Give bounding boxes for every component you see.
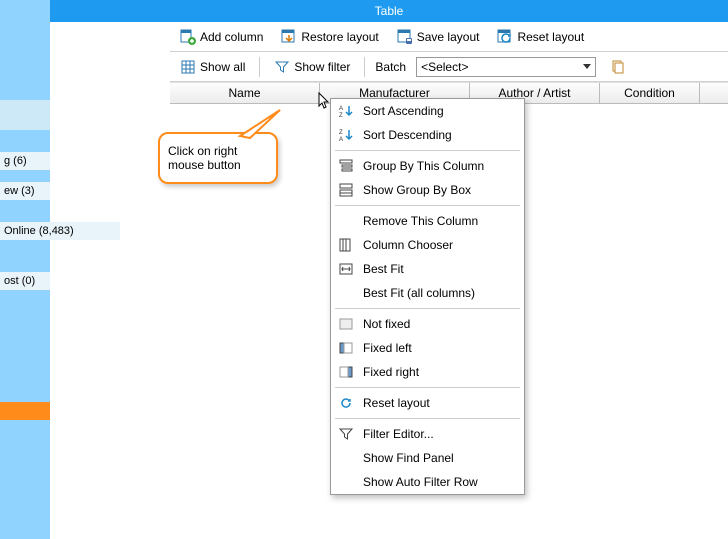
menu-label: Remove This Column [363,214,478,228]
not-fixed-icon [337,315,355,333]
fixed-right-icon [337,363,355,381]
cursor-icon [318,92,334,115]
column-chooser-icon [337,236,355,254]
reset-layout-button[interactable]: Reset layout [493,27,588,47]
show-filter-label: Show filter [294,60,350,74]
save-layout-icon [397,29,413,45]
blank-icon [337,212,355,230]
menu-not-fixed[interactable]: Not fixed [331,312,524,336]
show-filter-button[interactable]: Show filter [270,57,354,77]
menu-label: Sort Ascending [363,104,444,118]
menu-sort-descending[interactable]: ZA Sort Descending [331,123,524,147]
menu-separator [335,418,520,419]
toolbar-primary: Add column Restore layout Save layout Re… [170,22,728,52]
svg-text:A: A [339,137,343,143]
column-header-condition[interactable]: Condition [600,83,700,103]
group-by-icon [337,157,355,175]
context-menu: AZ Sort Ascending ZA Sort Descending Gro… [330,98,525,495]
sidebar-item[interactable]: ew (3) [0,182,50,200]
svg-text:A: A [339,106,343,112]
toolbar-secondary: Show all Show filter Batch <Select> [170,52,728,82]
blank-icon [337,473,355,491]
menu-group-by[interactable]: Group By This Column [331,154,524,178]
svg-text:Z: Z [339,113,343,119]
batch-label: Batch [375,60,406,74]
menu-label: Filter Editor... [363,427,434,441]
menu-label: Group By This Column [363,159,484,173]
menu-separator [335,150,520,151]
menu-best-fit-all[interactable]: Best Fit (all columns) [331,281,524,305]
callout-text: Click on right mouse button [168,144,241,172]
blank-icon [337,449,355,467]
reset-layout-icon [497,29,513,45]
menu-column-chooser[interactable]: Column Chooser [331,233,524,257]
menu-show-find-panel[interactable]: Show Find Panel [331,446,524,470]
menu-label: Fixed right [363,365,419,379]
filter-icon [274,59,290,75]
menu-label: Show Group By Box [363,183,471,197]
sidebar-selected-row[interactable] [0,100,50,130]
restore-layout-button[interactable]: Restore layout [277,27,382,47]
copy-icon [610,59,626,75]
save-layout-label: Save layout [417,30,480,44]
show-all-button[interactable]: Show all [176,57,249,77]
restore-layout-label: Restore layout [301,30,378,44]
menu-sort-ascending[interactable]: AZ Sort Ascending [331,99,524,123]
menu-label: Best Fit [363,262,404,276]
menu-separator [335,205,520,206]
menu-label: Fixed left [363,341,412,355]
menu-separator [335,387,520,388]
callout-tail [235,108,285,151]
menu-label: Not fixed [363,317,410,331]
reset-layout-label: Reset layout [517,30,584,44]
sort-asc-icon: AZ [337,102,355,120]
sidebar-item[interactable]: Online (8,483) [0,222,120,240]
menu-remove-column[interactable]: Remove This Column [331,209,524,233]
separator [259,57,260,77]
menu-reset-layout[interactable]: Reset layout [331,391,524,415]
group-box-icon [337,181,355,199]
menu-show-auto-filter-row[interactable]: Show Auto Filter Row [331,470,524,494]
menu-fixed-right[interactable]: Fixed right [331,360,524,384]
menu-label: Reset layout [363,396,430,410]
sidebar-highlighted[interactable] [0,402,50,420]
fixed-left-icon [337,339,355,357]
reset-icon [337,394,355,412]
batch-select[interactable]: <Select> [416,57,596,77]
menu-show-group-box[interactable]: Show Group By Box [331,178,524,202]
menu-separator [335,308,520,309]
filter-editor-icon [337,425,355,443]
menu-fixed-left[interactable]: Fixed left [331,336,524,360]
save-layout-button[interactable]: Save layout [393,27,484,47]
show-all-label: Show all [200,60,245,74]
restore-layout-icon [281,29,297,45]
sidebar-item[interactable]: g (6) [0,152,50,170]
batch-select-value: <Select> [421,60,468,74]
sidebar: g (6) ew (3) Online (8,483) ost (0) [0,0,50,539]
window-title: Table [50,0,728,22]
add-column-button[interactable]: Add column [176,27,267,47]
svg-text:Z: Z [339,130,343,136]
menu-label: Column Chooser [363,238,453,252]
menu-label: Sort Descending [363,128,452,142]
blank-icon [337,284,355,302]
column-header-name[interactable]: Name [170,83,320,103]
menu-best-fit[interactable]: Best Fit [331,257,524,281]
best-fit-icon [337,260,355,278]
menu-filter-editor[interactable]: Filter Editor... [331,422,524,446]
menu-label: Show Auto Filter Row [363,475,478,489]
copy-button[interactable] [606,57,630,77]
sort-desc-icon: ZA [337,126,355,144]
menu-label: Best Fit (all columns) [363,286,475,300]
add-column-icon [180,29,196,45]
sidebar-item[interactable]: ost (0) [0,272,50,290]
add-column-label: Add column [200,30,263,44]
menu-label: Show Find Panel [363,451,454,465]
show-all-icon [180,59,196,75]
separator [364,57,365,77]
chevron-down-icon [583,64,591,69]
